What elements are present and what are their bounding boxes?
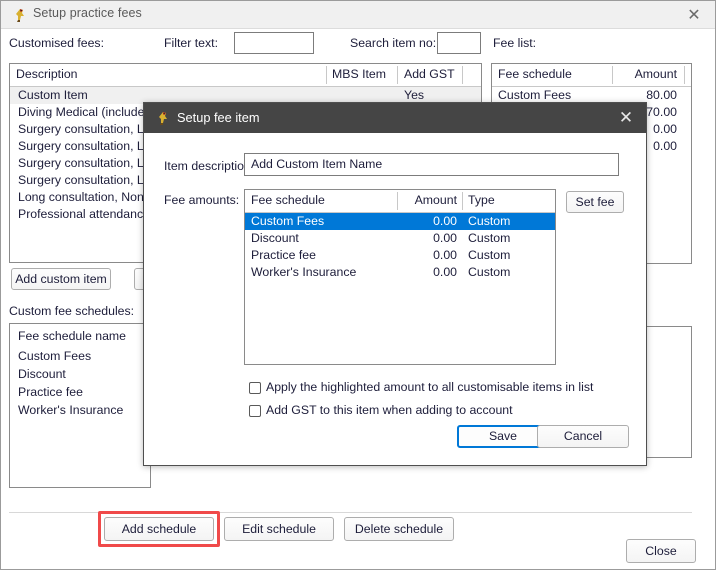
cell-fee-schedule: Custom Fees [498,88,572,102]
cell-amount: 0.00 [433,265,457,279]
column-header-mbs-item[interactable]: MBS Item [332,67,386,81]
add-gst-label: Add GST to this item when adding to acco… [266,403,513,417]
close-button[interactable]: Close [626,539,696,563]
setup-practice-fees-window: Setup practice fees ✕ Customised fees: F… [0,0,716,570]
fee-amounts-header: Fee schedule Amount Type [245,190,555,213]
bottom-divider [9,512,692,513]
cell-type: Custom [468,248,511,262]
list-item[interactable]: Discount [10,366,150,384]
column-header-amount[interactable]: Amount [620,67,677,81]
search-item-no-input[interactable] [437,32,481,54]
list-item-label: Custom Fees [18,349,92,363]
column-header-amount[interactable]: Amount [403,193,457,207]
custom-fee-schedules-label: Custom fee schedules: [9,304,135,318]
close-icon[interactable]: ✕ [683,5,705,25]
fee-amounts-grid[interactable]: Fee schedule Amount Type Custom Fees 0.0… [244,189,556,365]
schedules-list-header: Fee schedule name [10,324,150,348]
cell-amount: 0.00 [433,231,457,245]
fee-list-header: Fee schedule Amount [492,64,691,87]
bird-icon [154,110,170,126]
cell-fee-schedule: Practice fee [251,248,316,262]
table-row[interactable]: Worker's Insurance 0.00 Custom [245,264,555,281]
save-button[interactable]: Save [457,425,549,448]
cell-amount: 80.00 [646,88,677,102]
item-description-input[interactable]: Add Custom Item Name [244,153,619,176]
fee-amounts-label: Fee amounts: [164,193,240,207]
apply-highlighted-amount-label: Apply the highlighted amount to all cust… [266,380,594,394]
list-item-label: Discount [18,367,66,381]
table-row[interactable]: Custom Fees 0.00 Custom [245,213,555,230]
checkbox-box[interactable] [249,405,261,417]
checkbox-box[interactable] [249,382,261,394]
cell-description: Custom Item [18,88,88,102]
add-custom-item-button[interactable]: Add custom item [11,268,111,290]
column-header-description[interactable]: Description [16,67,78,81]
cell-amount: 0.00 [433,214,457,228]
cell-amount: 0.00 [433,248,457,262]
add-schedule-button[interactable]: Add schedule [104,517,214,541]
window-title: Setup practice fees [33,6,142,20]
list-item[interactable]: Custom Fees [10,348,150,366]
table-row[interactable]: Discount 0.00 Custom [245,230,555,247]
cancel-button[interactable]: Cancel [537,425,629,448]
column-header-fee-schedule-name: Fee schedule name [18,329,127,343]
close-icon[interactable]: ✕ [614,107,638,129]
cell-type: Custom [468,214,511,228]
set-fee-button[interactable]: Set fee [566,191,624,213]
filter-text-input[interactable] [234,32,314,54]
custom-fee-schedules-list[interactable]: Fee schedule name Custom Fees Discount P… [9,323,151,488]
column-header-fee-schedule[interactable]: Fee schedule [251,193,325,207]
item-description-label: Item description: [164,159,255,173]
cell-type: Custom [468,265,511,279]
filter-text-label: Filter text: [164,36,218,50]
table-row[interactable]: Practice fee 0.00 Custom [245,247,555,264]
edit-schedule-button[interactable]: Edit schedule [224,517,334,541]
customised-fees-label: Customised fees: [9,36,105,50]
delete-schedule-button[interactable]: Delete schedule [344,517,454,541]
fee-list-label: Fee list: [493,36,537,50]
column-header-type[interactable]: Type [468,193,495,207]
list-item-label: Practice fee [18,385,83,399]
bird-icon [11,7,27,23]
window-titlebar: Setup practice fees ✕ [1,1,715,29]
cell-fee-schedule: Worker's Insurance [251,265,357,279]
column-header-fee-schedule[interactable]: Fee schedule [498,67,572,81]
cell-add-gst: Yes [404,88,425,102]
item-description-value: Add Custom Item Name [251,157,383,171]
items-grid-header: Description MBS Item Add GST [10,64,481,87]
cell-type: Custom [468,231,511,245]
column-header-add-gst[interactable]: Add GST [404,67,455,81]
dialog-titlebar: Setup fee item ✕ [144,103,646,133]
dialog-title: Setup fee item [177,110,260,125]
list-item[interactable]: Practice fee [10,384,150,402]
cell-fee-schedule: Discount [251,231,299,245]
list-item[interactable]: Worker's Insurance [10,402,150,420]
cell-fee-schedule: Custom Fees [251,214,325,228]
search-item-no-label: Search item no: [350,36,437,50]
list-item-label: Worker's Insurance [18,403,124,417]
setup-fee-item-dialog: Setup fee item ✕ Item description: Add C… [143,102,647,466]
